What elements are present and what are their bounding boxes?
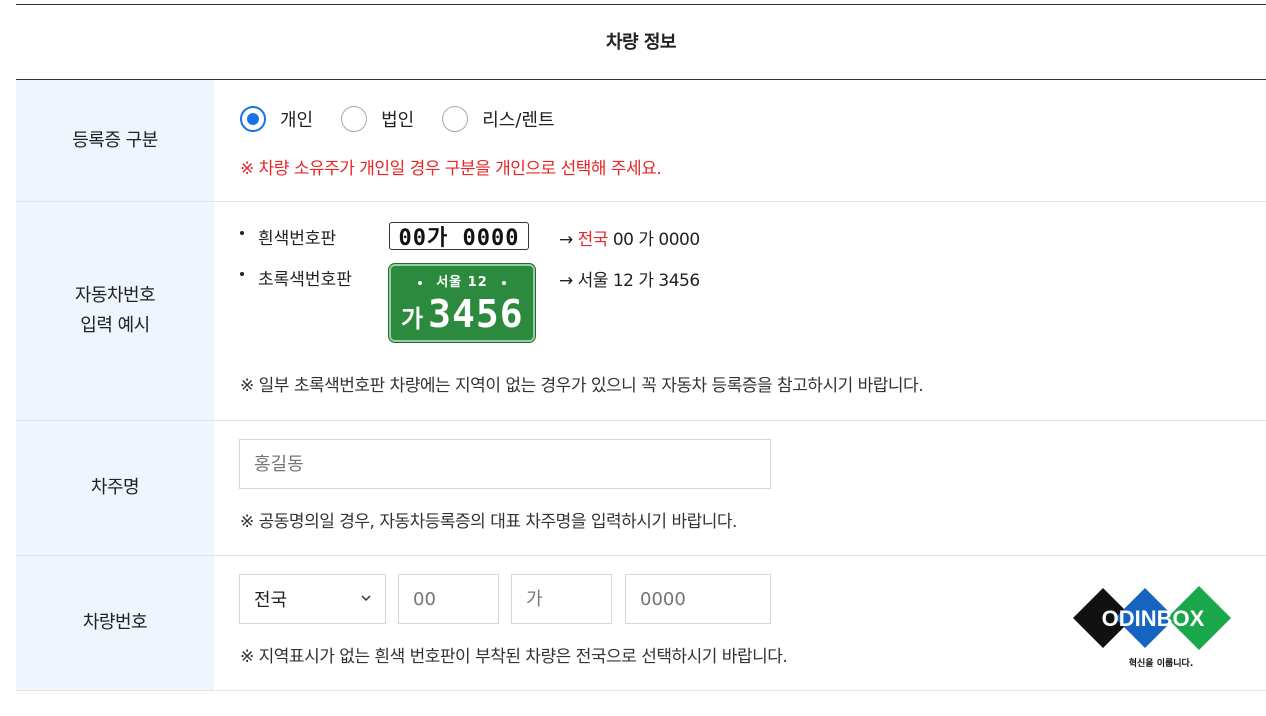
white-plate-result-text: 00 가 0000	[607, 230, 700, 250]
bullet-dot	[240, 230, 244, 235]
plate-char-input[interactable]	[511, 574, 612, 624]
white-plate-arrow: →	[559, 230, 573, 250]
owner-name-input[interactable]	[239, 439, 771, 489]
plate-digits-input[interactable]	[398, 574, 499, 624]
white-plate-line: 흰색번호판	[240, 224, 336, 249]
green-plate-number: 3456	[428, 292, 524, 336]
registration-row: 등록증 구분 개인 법인 리스/렌트 ※ 차량 소유주가 개인일 경우 구분을 …	[16, 80, 1266, 202]
region-select[interactable]: 전국	[239, 574, 386, 624]
radio-lease-rent[interactable]: 리스/렌트	[442, 106, 555, 132]
white-plate-name: 흰색번호판	[258, 229, 337, 249]
green-plate-name: 초록색번호판	[258, 270, 352, 290]
green-plate-top-text: 서울 12	[436, 275, 488, 290]
odinbox-logo: ODINBOX 혁신을 이룹니다.	[1073, 586, 1233, 674]
radio-personal-label[interactable]: 개인	[280, 106, 313, 132]
svg-text:ODINBOX: ODINBOX	[1102, 606, 1205, 631]
registration-radio-group: 개인 법인 리스/렌트	[240, 106, 583, 132]
green-plate-bottom: 가 3456	[401, 292, 524, 341]
plate-example-label: 자동차번호 입력 예시	[16, 202, 214, 420]
radio-lease-rent-label[interactable]: 리스/렌트	[482, 106, 554, 132]
top-divider	[16, 4, 1266, 5]
radio-personal-circle[interactable]	[240, 106, 266, 132]
owner-row: 차주명 ※ 공동명의일 경우, 자동차등록증의 대표 차주명을 입력하시기 바랍…	[16, 421, 1266, 556]
plate-example-row: 자동차번호 입력 예시 흰색번호판 00가 0000 → 전국 00 가 000…	[16, 202, 1266, 421]
radio-corporate-circle[interactable]	[341, 106, 368, 132]
green-plate-top: 서울 12	[391, 271, 533, 290]
green-plate-ga: 가	[401, 305, 425, 333]
odinbox-logo-graphic: ODINBOX 혁신을 이룹니다.	[1073, 586, 1231, 669]
radio-lease-rent-circle[interactable]	[442, 106, 469, 132]
registration-warning: ※ 차량 소유주가 개인일 경우 구분을 개인으로 선택해 주세요.	[240, 159, 662, 179]
plate-example-content: 흰색번호판 00가 0000 → 전국 00 가 0000 초록색번호판 서울 …	[214, 202, 1266, 420]
white-plate-region: 전국	[577, 230, 609, 250]
chevron-down-icon	[361, 595, 371, 602]
owner-content: ※ 공동명의일 경우, 자동차등록증의 대표 차주명을 입력하시기 바랍니다.	[214, 421, 1266, 555]
plate-number-input[interactable]	[625, 574, 771, 624]
green-plate-result: → 서울 12 가 3456	[559, 266, 700, 291]
region-select-value: 전국	[254, 590, 288, 611]
owner-note: ※ 공동명의일 경우, 자동차등록증의 대표 차주명을 입력하시기 바랍니다.	[240, 512, 737, 532]
section-title: 차량 정보	[605, 32, 677, 53]
svg-text:혁신을 이룹니다.: 혁신을 이룹니다.	[1129, 657, 1194, 669]
green-plate-image: 서울 12 가 3456	[389, 264, 535, 342]
radio-corporate[interactable]: 법인	[341, 106, 414, 132]
bullet-dot	[240, 271, 244, 276]
radio-personal[interactable]: 개인	[240, 106, 313, 132]
green-plate-line: 초록색번호판	[240, 265, 352, 290]
plate-example-label-line2: 입력 예시	[80, 315, 150, 336]
registration-content: 개인 법인 리스/렌트 ※ 차량 소유주가 개인일 경우 구분을 개인으로 선택…	[214, 80, 1266, 201]
white-plate-result: → 전국 00 가 0000	[559, 225, 700, 250]
car-number-note: ※ 지역표시가 없는 흰색 번호판이 부착된 차량은 전국으로 선택하시기 바랍…	[240, 647, 788, 667]
white-plate-image: 00가 0000	[389, 222, 529, 251]
plate-example-note: ※ 일부 초록색번호판 차량에는 지역이 없는 경우가 있으니 꼭 자동차 등록…	[240, 376, 924, 396]
car-number-label: 차량번호	[16, 556, 214, 690]
plate-example-label-line1: 자동차번호	[74, 285, 156, 306]
registration-label: 등록증 구분	[16, 80, 214, 201]
owner-label: 차주명	[16, 421, 214, 555]
green-plate-arrow: →	[559, 271, 573, 291]
radio-corporate-label[interactable]: 법인	[381, 106, 414, 132]
green-plate-result-text: 서울 12 가 3456	[572, 271, 701, 291]
